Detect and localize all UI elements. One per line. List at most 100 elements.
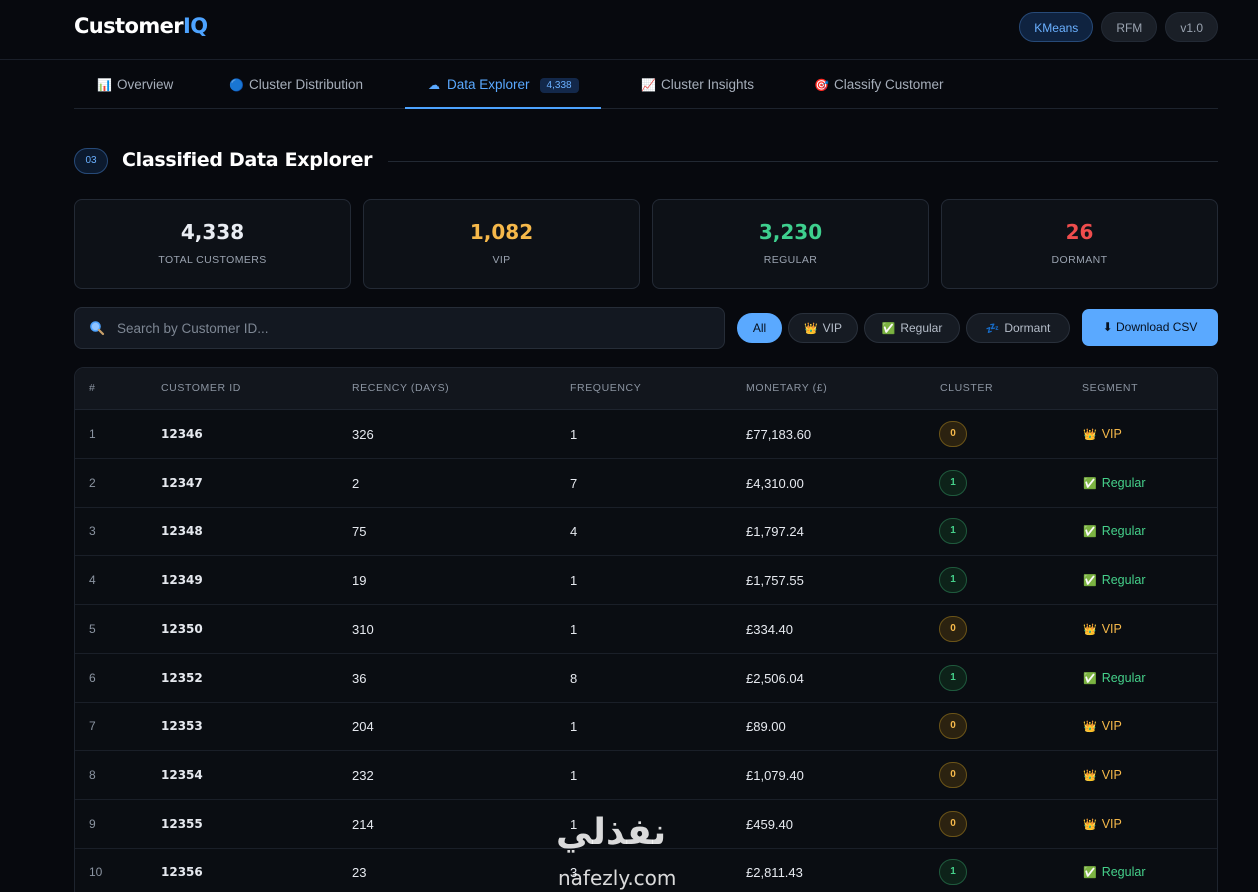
search-input[interactable] [117, 308, 707, 348]
header-pills: KMeans RFM v1.0 [1019, 12, 1218, 42]
cell-customer-id: 12354 [161, 767, 203, 782]
tab-overview[interactable]: 📊 Overview [97, 60, 173, 109]
cluster-badge: 0 [939, 761, 967, 788]
pill-kmeans[interactable]: KMeans [1019, 12, 1094, 42]
cell-frequency: 1 [570, 621, 578, 637]
segment-label: VIP [1101, 767, 1122, 782]
table-row[interactable]: 3 12348 75 4 £1,797.24 1 ✅ Regular [75, 507, 1217, 557]
segment-label: Regular [1101, 475, 1146, 490]
table-row[interactable]: 4 12349 19 1 £1,757.55 1 ✅ Regular [75, 556, 1217, 606]
column-header-index[interactable]: # [89, 382, 95, 394]
stat-label: REGULAR [763, 254, 818, 266]
segment-label: VIP [1101, 621, 1122, 636]
segment-tag: ✅ Regular [1083, 476, 1145, 490]
cell-monetary: £2,506.04 [746, 670, 804, 686]
crown-icon: 👑 [1083, 429, 1097, 441]
top-bar: CustomerIQ KMeans RFM v1.0 [0, 0, 1258, 60]
cell-recency: 326 [352, 427, 374, 442]
table-header: # CUSTOMER ID RECENCY (DAYS) FREQUENCY M… [75, 368, 1217, 410]
cell-frequency: 8 [570, 670, 578, 686]
tab-label: Data Explorer [447, 77, 530, 92]
tab-cluster-insights[interactable]: 📈 Cluster Insights [641, 60, 754, 109]
app-logo[interactable]: CustomerIQ [74, 14, 208, 38]
cell-index: 10 [89, 865, 103, 880]
cell-frequency: 1 [570, 427, 578, 442]
table-row[interactable]: 5 12350 310 1 £334.40 0 👑 VIP [75, 605, 1217, 654]
column-header-frequency[interactable]: FREQUENCY [570, 382, 641, 394]
download-csv-button[interactable]: ⬇ Download CSV [1082, 309, 1218, 346]
cluster-badge: 1 [939, 518, 967, 545]
table-row[interactable]: 1 12346 326 1 £77,183.60 0 👑 VIP [75, 410, 1217, 459]
cell-index: 4 [89, 573, 96, 588]
cell-recency: 232 [352, 767, 374, 783]
section-number: 03 [74, 148, 108, 174]
cell-customer-id: 12355 [161, 816, 203, 831]
section-header: 03 Classified Data Explorer [74, 148, 1218, 174]
check-icon: ✅ [1083, 867, 1097, 880]
stat-value: 4,338 [180, 220, 245, 244]
filter-vip[interactable]: 👑 VIP [788, 313, 858, 343]
stat-value: 26 [1065, 220, 1094, 244]
crown-icon: 👑 [1083, 721, 1097, 734]
logo-accent: IQ [183, 14, 208, 38]
table-row[interactable]: 6 12352 36 8 £2,506.04 1 ✅ Regular [75, 654, 1217, 703]
stat-card-dormant: 26 DORMANT [941, 199, 1218, 289]
cell-recency: 75 [352, 524, 367, 540]
filter-label: Dormant [1004, 321, 1051, 335]
filter-regular[interactable]: ✅ Regular [864, 313, 960, 343]
cell-monetary: £1,797.24 [746, 524, 804, 540]
stat-card-total: 4,338 TOTAL CUSTOMERS [74, 199, 351, 289]
page-title: Classified Data Explorer [122, 149, 373, 171]
filter-label: VIP [822, 321, 843, 335]
column-header-cluster[interactable]: CLUSTER [940, 382, 993, 394]
segment-label: Regular [1101, 524, 1146, 539]
stat-card-regular: 3,230 REGULAR [652, 199, 929, 289]
cluster-badge: 1 [939, 469, 967, 496]
table-row[interactable]: 2 12347 2 7 £4,310.00 1 ✅ Regular [75, 459, 1217, 508]
tab-classify-customer[interactable]: 🎯 Classify Customer [814, 60, 944, 109]
stat-label: TOTAL CUSTOMERS [158, 254, 267, 266]
cell-customer-id: 12353 [161, 719, 203, 734]
cell-monetary: £2,811.43 [746, 865, 803, 881]
segment-label: VIP [1101, 427, 1122, 441]
segment-tag: ✅ Regular [1083, 671, 1145, 685]
check-icon: ✅ [1083, 477, 1097, 490]
filter-dormant[interactable]: 💤 Dormant [966, 313, 1070, 343]
cell-customer-id: 12348 [161, 524, 203, 539]
segment-tag: 👑 VIP [1083, 622, 1122, 636]
tab-cluster-distribution[interactable]: 🔵 Cluster Distribution [229, 60, 363, 109]
cell-customer-id: 12347 [161, 475, 203, 490]
section-divider [388, 161, 1218, 162]
stat-label: DORMANT [1051, 254, 1108, 266]
table-row[interactable]: 7 12353 204 1 £89.00 0 👑 VIP [75, 702, 1217, 752]
column-header-customer-id[interactable]: CUSTOMER ID [161, 382, 241, 394]
column-header-monetary[interactable]: MONETARY (£) [746, 382, 827, 394]
cell-recency: 36 [352, 670, 367, 686]
cell-customer-id: 12349 [161, 573, 203, 588]
target-icon: 🎯 [814, 78, 829, 92]
segment-tag: 👑 VIP [1083, 817, 1122, 831]
sleep-icon: 💤 [985, 323, 1000, 335]
crown-icon: 👑 [1083, 623, 1097, 636]
check-icon: ✅ [1083, 672, 1097, 685]
column-header-segment[interactable]: SEGMENT [1082, 382, 1138, 394]
pill-rfm[interactable]: RFM [1101, 12, 1158, 42]
segment-label: Regular [1101, 670, 1146, 685]
tab-label: Cluster Insights [661, 77, 755, 92]
cell-index: 9 [89, 816, 96, 831]
tab-label: Overview [117, 77, 174, 92]
cell-index: 1 [89, 427, 96, 441]
cell-recency: 2 [352, 475, 360, 491]
check-icon: ✅ [1083, 526, 1097, 539]
segment-tag: 👑 VIP [1083, 427, 1122, 441]
cell-customer-id: 12350 [161, 621, 203, 636]
crown-icon: 👑 [803, 323, 818, 335]
cell-recency: 19 [352, 573, 367, 589]
search-box [74, 307, 725, 349]
filter-all[interactable]: All [737, 313, 782, 343]
tab-data-explorer[interactable]: ☁ Data Explorer 4,338 [405, 60, 601, 109]
cluster-badge: 0 [939, 615, 967, 642]
cluster-badge: 0 [939, 810, 967, 837]
table-row[interactable]: 8 12354 232 1 £1,079.40 0 👑 VIP [75, 751, 1217, 800]
column-header-recency[interactable]: RECENCY (DAYS) [352, 382, 449, 394]
